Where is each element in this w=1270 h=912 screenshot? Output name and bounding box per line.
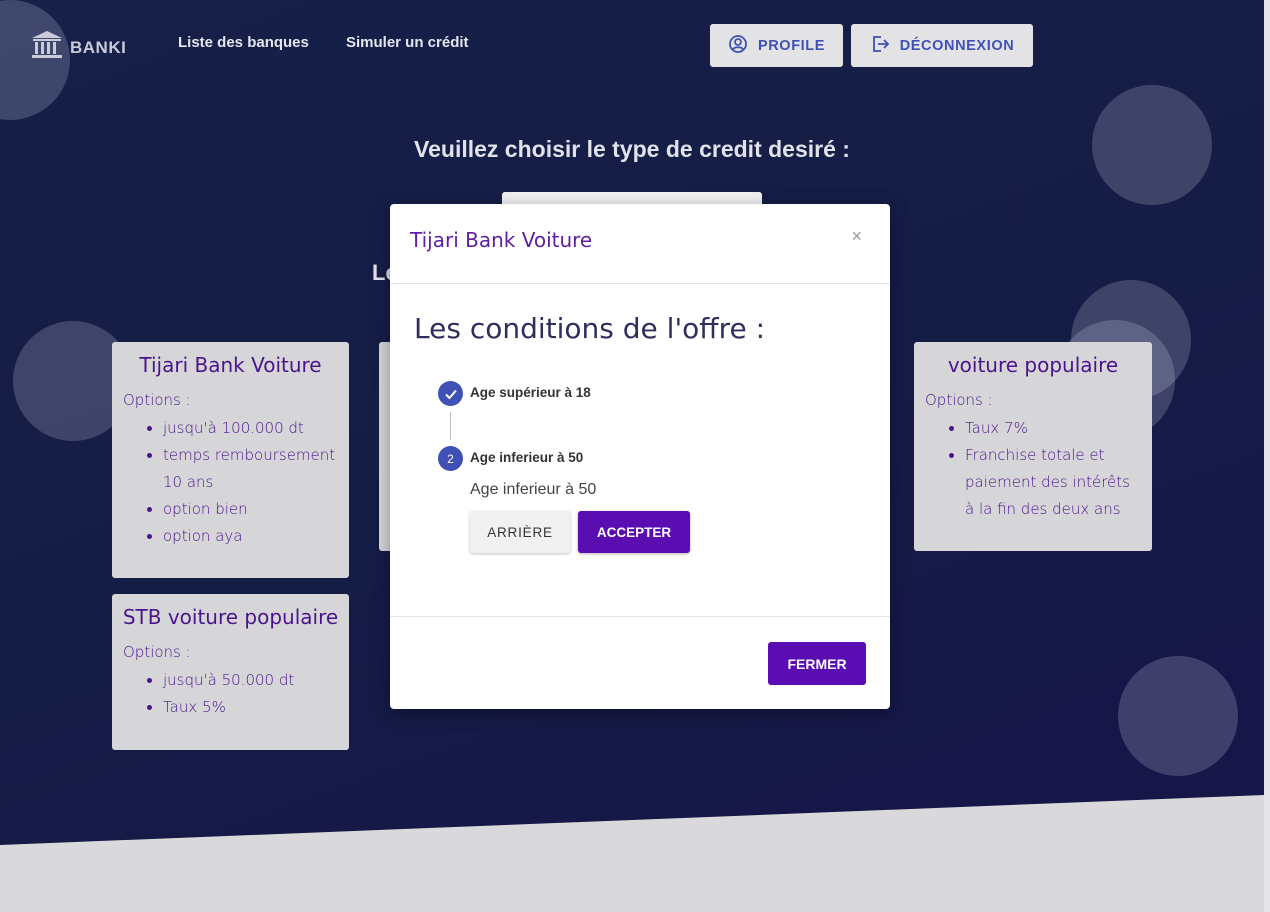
back-button[interactable]: ARRIÈRE xyxy=(470,511,570,553)
logo[interactable]: BANKI xyxy=(30,30,126,65)
card-title: STB voiture populaire xyxy=(122,605,339,629)
logout-icon xyxy=(870,34,890,58)
nav-link-simulate[interactable]: Simuler un crédit xyxy=(346,34,469,51)
page-title: Veuillez choisir le type de credit desir… xyxy=(414,136,850,162)
step-label: Age supérieur à 18 xyxy=(470,385,591,400)
modal-title: Tijari Bank Voiture xyxy=(410,228,593,252)
step-content-text: Age inferieur à 50 xyxy=(470,481,597,498)
scrollbar[interactable] xyxy=(1264,0,1270,912)
offer-card-populaire[interactable]: voiture populaire Options : Taux 7% Fran… xyxy=(914,342,1152,551)
list-item: option aya xyxy=(163,523,349,550)
modal-header: Tijari Bank Voiture × xyxy=(390,204,890,284)
card-title: Tijari Bank Voiture xyxy=(139,353,322,377)
card-options-list: Taux 7% Franchise totale et paiement des… xyxy=(965,415,1152,523)
step-connector xyxy=(450,412,451,440)
offer-card-tijari[interactable]: Tijari Bank Voiture Options : jusqu'à 10… xyxy=(112,342,349,578)
decor-circle xyxy=(1118,656,1238,776)
list-item: option bien xyxy=(163,496,349,523)
profile-label: PROFILE xyxy=(757,37,826,54)
logout-label: DÉCONNEXION xyxy=(899,37,1015,54)
list-item: temps remboursement 10 ans xyxy=(163,442,349,496)
card-options-label: Options : xyxy=(925,391,993,409)
accept-button[interactable]: ACCEPTER xyxy=(578,511,690,553)
list-item: Franchise totale et paiement des intérêt… xyxy=(965,442,1152,523)
logo-text: BANKI xyxy=(70,37,127,57)
list-item: jusqu'à 100.000 dt xyxy=(163,415,349,442)
conditions-title: Les conditions de l'offre : xyxy=(414,312,766,345)
nav-link-banks[interactable]: Liste des banques xyxy=(178,34,309,51)
offer-modal: Tijari Bank Voiture × Les conditions de … xyxy=(390,204,890,709)
bank-icon xyxy=(30,30,64,65)
offer-card-stb[interactable]: STB voiture populaire Options : jusqu'à … xyxy=(112,594,349,750)
card-options-list: jusqu'à 100.000 dt temps remboursement 1… xyxy=(163,415,349,550)
user-circle-icon xyxy=(728,34,748,58)
list-item: Taux 7% xyxy=(965,415,1152,442)
modal-body: Les conditions de l'offre : xyxy=(390,284,890,617)
close-button[interactable]: FERMER xyxy=(768,642,866,685)
step-number: 2 xyxy=(438,446,463,471)
logout-button[interactable]: DÉCONNEXION xyxy=(851,24,1033,67)
list-item: jusqu'à 50.000 dt xyxy=(163,667,349,694)
step-completed-check-icon xyxy=(438,381,463,406)
profile-button[interactable]: PROFILE xyxy=(710,24,843,67)
card-options-label: Options : xyxy=(123,391,191,409)
list-item: Taux 5% xyxy=(163,694,349,721)
close-icon[interactable]: × xyxy=(851,226,862,247)
card-title: voiture populaire xyxy=(947,353,1119,377)
card-options-list: jusqu'à 50.000 dt Taux 5% xyxy=(163,667,349,721)
card-options-label: Options : xyxy=(123,643,191,661)
step-label: Age inferieur à 50 xyxy=(470,450,584,465)
